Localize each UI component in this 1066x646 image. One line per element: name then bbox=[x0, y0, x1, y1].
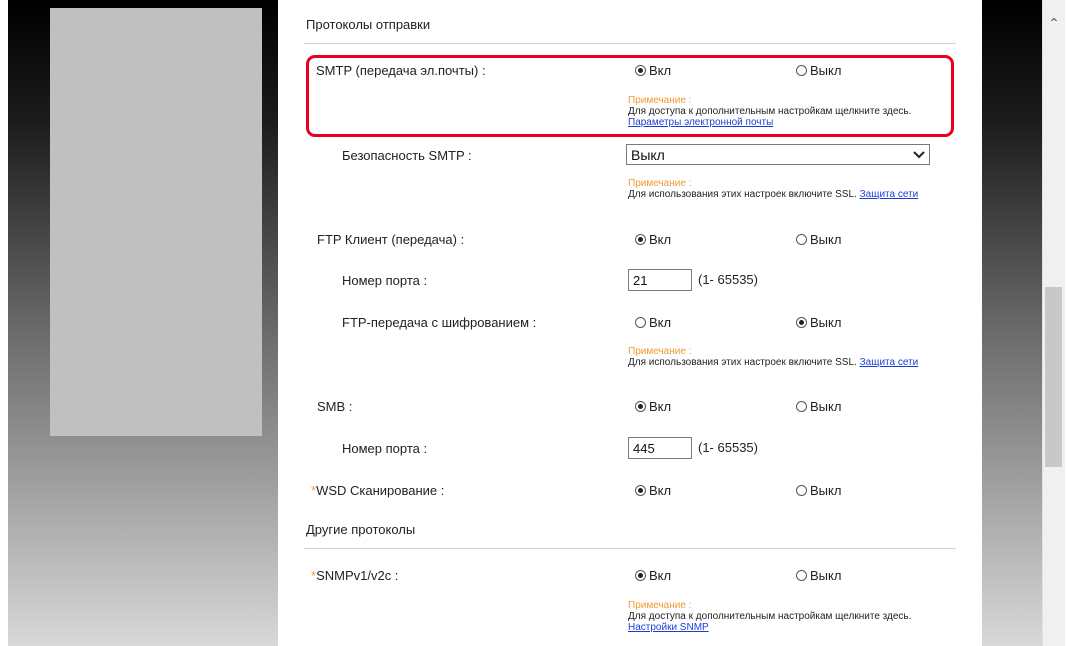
wsd-on-radio[interactable]: Вкл bbox=[635, 483, 671, 498]
divider bbox=[304, 43, 956, 44]
ftp-encrypted-label: FTP-передача с шифрованием : bbox=[342, 315, 537, 330]
radio-label: Вкл bbox=[649, 399, 672, 414]
select-value: Выкл bbox=[631, 147, 665, 163]
radio-label: Выкл bbox=[810, 315, 842, 330]
settings-content: Протоколы отправки SMTP (передача эл.поч… bbox=[278, 0, 982, 646]
radio-checked-icon bbox=[635, 234, 646, 245]
smb-on-radio[interactable]: Вкл bbox=[635, 399, 671, 414]
wsd-off-radio[interactable]: Выкл bbox=[796, 483, 841, 498]
radio-unchecked-icon bbox=[796, 570, 807, 581]
left-navigation-panel bbox=[50, 8, 262, 436]
radio-label: Выкл bbox=[810, 232, 842, 247]
network-security-link[interactable]: Защита сети bbox=[860, 357, 919, 368]
section-other-protocols: Другие протоколы bbox=[306, 522, 416, 537]
wsd-label: *WSD Сканирование : bbox=[311, 483, 444, 498]
ftp-port-input[interactable]: 21 bbox=[628, 269, 692, 291]
scrollbar-thumb[interactable] bbox=[1045, 287, 1062, 467]
snmp-note: Примечание : Для доступа к дополнительны… bbox=[628, 600, 958, 633]
smb-port-range: (1- 65535) bbox=[698, 440, 758, 455]
radio-checked-icon bbox=[796, 317, 807, 328]
vertical-scrollbar[interactable]: ⌃ bbox=[1042, 0, 1065, 646]
ftp-encrypted-off-radio[interactable]: Выкл bbox=[796, 315, 841, 330]
snmp-settings-link[interactable]: Настройки SNMP bbox=[628, 622, 709, 633]
radio-unchecked-icon bbox=[796, 485, 807, 496]
radio-unchecked-icon bbox=[796, 234, 807, 245]
note-title: Примечание : bbox=[628, 600, 692, 611]
radio-label: Вкл bbox=[649, 483, 672, 498]
radio-checked-icon bbox=[635, 485, 646, 496]
smtp-security-select[interactable]: Выкл bbox=[626, 144, 930, 165]
radio-checked-icon bbox=[635, 570, 646, 581]
radio-checked-icon bbox=[635, 401, 646, 412]
wsd-label-text: WSD Сканирование : bbox=[316, 483, 445, 498]
smb-label: SMB : bbox=[317, 399, 353, 414]
radio-label: Выкл bbox=[810, 399, 842, 414]
ftp-encrypted-on-radio[interactable]: Вкл bbox=[635, 315, 671, 330]
highlight-frame bbox=[306, 55, 954, 137]
ftp-client-off-radio[interactable]: Выкл bbox=[796, 232, 841, 247]
radio-label: Выкл bbox=[810, 483, 842, 498]
smb-off-radio[interactable]: Выкл bbox=[796, 399, 841, 414]
smtp-security-label: Безопасность SMTP : bbox=[342, 148, 472, 163]
chevron-down-icon bbox=[911, 146, 927, 163]
snmp-on-radio[interactable]: Вкл bbox=[635, 568, 671, 583]
ftp-client-label: FTP Клиент (передача) : bbox=[317, 232, 465, 247]
note-text: Для доступа к дополнительным настройкам … bbox=[628, 611, 912, 622]
ftp-port-label: Номер порта : bbox=[342, 273, 428, 288]
ftp-encrypted-note: Примечание : Для использования этих наст… bbox=[628, 346, 958, 368]
radio-label: Вкл bbox=[649, 568, 672, 583]
snmp-off-radio[interactable]: Выкл bbox=[796, 568, 841, 583]
radio-label: Вкл bbox=[649, 315, 672, 330]
note-text: Для использования этих настроек включите… bbox=[628, 189, 857, 200]
radio-label: Вкл bbox=[649, 232, 672, 247]
smb-port-label: Номер порта : bbox=[342, 441, 428, 456]
snmp-label: *SNMPv1/v2c : bbox=[311, 568, 398, 583]
smb-port-input[interactable]: 445 bbox=[628, 437, 692, 459]
divider bbox=[304, 548, 956, 549]
network-security-link[interactable]: Защита сети bbox=[860, 189, 919, 200]
radio-unchecked-icon bbox=[635, 317, 646, 328]
ftp-port-range: (1- 65535) bbox=[698, 272, 758, 287]
radio-label: Выкл bbox=[810, 568, 842, 583]
note-text: Для использования этих настроек включите… bbox=[628, 357, 857, 368]
scroll-up-icon[interactable]: ⌃ bbox=[1043, 14, 1065, 32]
smtp-security-note: Примечание : Для использования этих наст… bbox=[628, 178, 958, 200]
ftp-client-on-radio[interactable]: Вкл bbox=[635, 232, 671, 247]
right-background bbox=[982, 0, 1042, 646]
snmp-label-text: SNMPv1/v2c : bbox=[316, 568, 399, 583]
radio-unchecked-icon bbox=[796, 401, 807, 412]
section-send-protocols: Протоколы отправки bbox=[306, 17, 431, 32]
note-title: Примечание : bbox=[628, 178, 692, 189]
note-title: Примечание : bbox=[628, 346, 692, 357]
